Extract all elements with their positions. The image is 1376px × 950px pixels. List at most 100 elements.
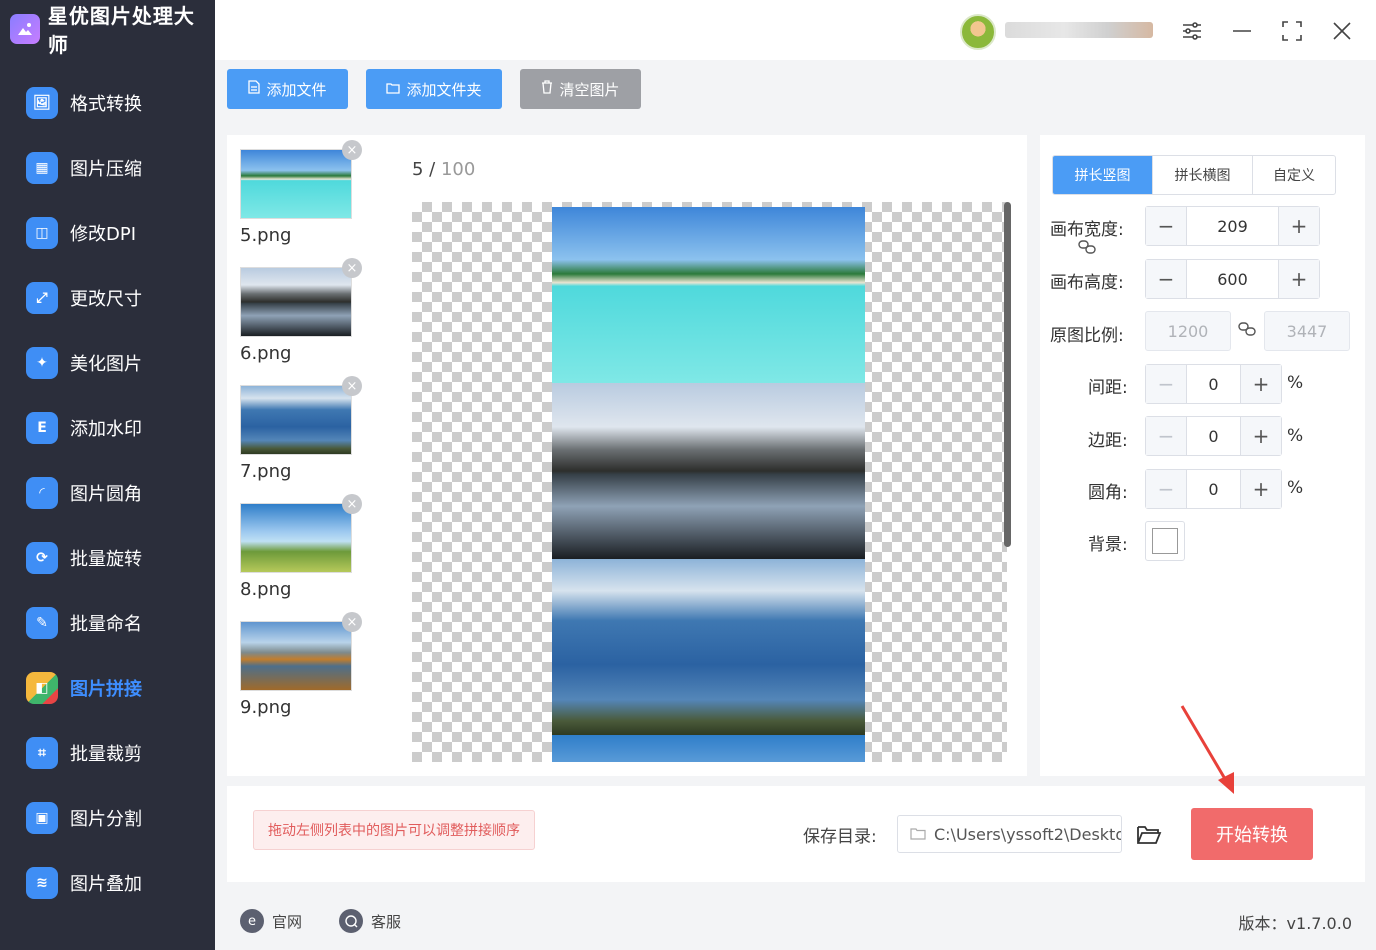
add-folder-button[interactable]: 添加文件夹 <box>366 69 502 109</box>
remove-icon[interactable]: × <box>342 612 362 632</box>
plus-icon[interactable]: + <box>1241 417 1281 455</box>
remove-icon[interactable]: × <box>342 140 362 160</box>
minimize-icon[interactable] <box>1227 16 1257 46</box>
thumbnail-image[interactable] <box>240 149 352 219</box>
spacing-stepper[interactable]: − 0 + <box>1145 364 1282 404</box>
sidebar-item-resize[interactable]: ⤢ 更改尺寸 <box>0 265 215 330</box>
thumbnail-image[interactable] <box>240 503 352 573</box>
canvas-width-stepper[interactable]: − 209 + <box>1145 206 1320 246</box>
canvas-width-value[interactable]: 209 <box>1186 207 1279 245</box>
sidebar-item-rename[interactable]: ✎ 批量命名 <box>0 590 215 655</box>
tab-mode-2[interactable]: 自定义 <box>1253 156 1335 194</box>
remove-icon[interactable]: × <box>342 376 362 396</box>
background-color-picker[interactable] <box>1145 521 1185 561</box>
save-dir-input[interactable]: C:\Users\yssoft2\Deskto <box>897 815 1122 853</box>
sidebar-item-dpi[interactable]: ◫ 修改DPI <box>0 200 215 265</box>
sidebar-item-split[interactable]: ▣ 图片分割 <box>0 785 215 850</box>
stitched-image-blue-mountains <box>552 559 865 735</box>
sidebar-item-beautify[interactable]: ✦ 美化图片 <box>0 330 215 395</box>
stitched-image-beach <box>552 207 865 383</box>
margin-value[interactable]: 0 <box>1186 417 1241 455</box>
link-icon[interactable] <box>1078 239 1096 259</box>
minus-icon[interactable]: − <box>1146 417 1186 455</box>
settings-panel: 拼长竖图 拼长横图 自定义 画布宽度: − 209 + 画布高度: − 600 + … <box>1040 135 1365 776</box>
sidebar-item-compress[interactable]: ▦ 图片压缩 <box>0 135 215 200</box>
thumbnail-image[interactable] <box>240 385 352 455</box>
margin-stepper[interactable]: − 0 + <box>1145 416 1282 456</box>
list-item[interactable]: 5.png × <box>240 140 362 246</box>
counter-current: 5 <box>412 159 424 180</box>
add-file-button[interactable]: 添加文件 <box>227 69 348 109</box>
remove-icon[interactable]: × <box>342 494 362 514</box>
folder-icon <box>910 825 926 844</box>
plus-icon[interactable]: + <box>1241 365 1281 403</box>
plus-icon[interactable]: + <box>1279 260 1319 298</box>
list-item[interactable]: 8.png × <box>240 494 362 600</box>
spacing-value[interactable]: 0 <box>1186 365 1241 403</box>
radius-stepper[interactable]: − 0 + <box>1145 469 1282 509</box>
sidebar-item-label: 格式转换 <box>70 93 142 115</box>
sidebar-item-rotate[interactable]: ⟳ 批量旋转 <box>0 525 215 590</box>
minus-icon[interactable]: − <box>1146 260 1186 298</box>
close-icon[interactable] <box>1327 16 1357 46</box>
thumbnail-filename: 5.png <box>240 225 292 246</box>
clear-images-button[interactable]: 清空图片 <box>520 69 641 109</box>
canvas-height-stepper[interactable]: − 600 + <box>1145 259 1320 299</box>
preview-scrollbar[interactable] <box>1004 202 1011 547</box>
app-brand: 星优图片处理大师 <box>0 0 215 58</box>
sidebar-item-layers[interactable]: ≋ 图片叠加 <box>0 850 215 915</box>
split-icon: ▣ <box>26 801 58 834</box>
sidebar-item-crop[interactable]: ⌗ 批量裁剪 <box>0 720 215 785</box>
browse-folder-icon[interactable] <box>1132 818 1166 852</box>
list-item[interactable]: 6.png × <box>240 258 362 364</box>
plus-icon[interactable]: + <box>1241 470 1281 508</box>
maximize-icon[interactable] <box>1277 16 1307 46</box>
sidebar-item-label: 图片拼接 <box>70 678 142 700</box>
plus-icon[interactable]: + <box>1279 207 1319 245</box>
thumbnail-filename: 6.png <box>240 343 292 364</box>
ratio-label: 原图比例: <box>1050 326 1124 346</box>
remove-icon[interactable]: × <box>342 258 362 278</box>
tab-mode-0[interactable]: 拼长竖图 <box>1053 156 1153 194</box>
settings-icon[interactable] <box>1177 16 1207 46</box>
add-file-label: 添加文件 <box>266 80 327 99</box>
stitched-image-lake-mountain <box>552 383 865 559</box>
sidebar-item-label: 批量命名 <box>70 613 142 635</box>
avatar[interactable] <box>960 14 996 50</box>
sidebar-item-puzzle[interactable]: ◧ 图片拼接 <box>0 655 215 720</box>
sidebar-item-label: 美化图片 <box>70 353 142 375</box>
mode-tabs: 拼长竖图 拼长横图 自定义 <box>1052 155 1336 195</box>
support-link[interactable]: 客服 <box>339 909 401 933</box>
minus-icon[interactable]: − <box>1146 207 1186 245</box>
stitched-preview <box>552 207 865 762</box>
folder-icon <box>386 80 401 98</box>
website-link[interactable]: e 官网 <box>240 909 302 933</box>
canvas-height-value[interactable]: 600 <box>1186 260 1279 298</box>
file-icon <box>248 80 261 98</box>
list-item[interactable]: 9.png × <box>240 612 362 718</box>
minus-icon[interactable]: − <box>1146 470 1186 508</box>
support-label: 客服 <box>371 912 402 931</box>
chat-icon <box>339 909 363 933</box>
beautify-icon: ✦ <box>26 346 58 379</box>
thumbnail-image[interactable] <box>240 267 352 337</box>
list-item[interactable]: 7.png × <box>240 376 362 482</box>
start-convert-button[interactable]: 开始转换 <box>1191 808 1313 860</box>
crop-icon: ⌗ <box>26 736 58 769</box>
sidebar: 星优图片处理大师 🖼 格式转换 ▦ 图片压缩 ◫ 修改DPI ⤢ 更改尺寸 ✦ 美化图片 E 添加水印… <box>0 0 215 950</box>
website-label: 官网 <box>272 912 303 931</box>
radius-value[interactable]: 0 <box>1186 470 1241 508</box>
margin-label: 边距: <box>1088 431 1128 451</box>
thumbnail-image[interactable] <box>240 621 352 691</box>
dpi-icon: ◫ <box>26 216 58 249</box>
minus-icon[interactable]: − <box>1146 365 1186 403</box>
radius-unit: % <box>1287 478 1304 498</box>
counter-total: 100 <box>440 159 476 180</box>
sidebar-item-image-convert[interactable]: 🖼 格式转换 <box>0 70 215 135</box>
preview-canvas <box>412 202 1007 762</box>
app-logo-icon <box>10 14 40 44</box>
sidebar-item-watermark[interactable]: E 添加水印 <box>0 395 215 460</box>
sidebar-item-round-corner[interactable]: ◜ 图片圆角 <box>0 460 215 525</box>
ratio-width: 1200 <box>1145 311 1231 351</box>
tab-mode-1[interactable]: 拼长横图 <box>1153 156 1253 194</box>
